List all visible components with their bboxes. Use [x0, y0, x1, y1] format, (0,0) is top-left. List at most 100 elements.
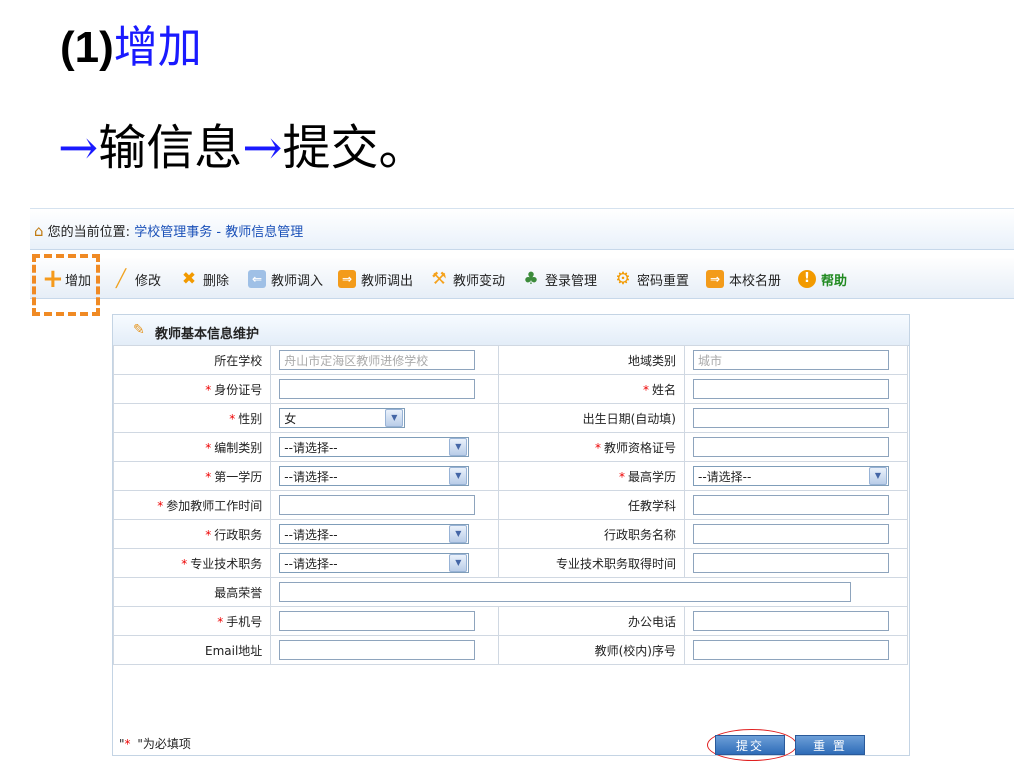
tech-post-time-label: 专业技术职务取得时间 — [498, 548, 685, 578]
chevron-down-icon: ▼ — [869, 467, 887, 485]
pencil-icon: ╱ — [115, 269, 127, 289]
step-submit: 提交。 — [282, 120, 427, 176]
gear-icon: ⚙ — [615, 269, 631, 289]
highest-education-label: * 最高学历 — [498, 461, 685, 491]
info-icon: ! — [798, 270, 816, 288]
office-phone-label: 办公电话 — [498, 606, 685, 636]
step-input-info: 输信息 — [98, 120, 243, 176]
highest-education-select[interactable]: --请选择-- ▼ — [693, 466, 889, 486]
tech-post-label: * 专业技术职务 — [112, 548, 272, 578]
subject-field[interactable] — [693, 495, 889, 515]
admin-post-select[interactable]: --请选择-- ▼ — [279, 524, 470, 544]
name-field[interactable] — [693, 379, 889, 399]
required-note: "* "为必填项 — [119, 737, 191, 751]
qualification-cert-field[interactable] — [693, 437, 889, 457]
password-reset-button[interactable]: ⚙ 密码重置 — [614, 269, 690, 289]
honor-label: 最高荣誉 — [112, 577, 272, 607]
form-row: * 第一学历 --请选择-- ▼ * 最高学历 --请选择-- ▼ — [112, 461, 908, 491]
staffing-label: * 编制类别 — [112, 432, 272, 462]
work-start-label: * 参加教师工作时间 — [112, 490, 272, 520]
delete-button[interactable]: ✖ 删除 — [180, 270, 230, 289]
form-row: * 身份证号 * 姓名 — [112, 374, 908, 404]
breadcrumb-separator: - — [216, 225, 222, 240]
admin-post-label: * 行政职务 — [112, 519, 272, 549]
edit-button[interactable]: ╱ 修改 — [112, 269, 162, 289]
slide-step-line: →输信息→提交。 — [58, 116, 426, 180]
form-row: 所在学校 舟山市定海区教师进修学校 地域类别 城市 — [112, 345, 908, 375]
chevron-down-icon: ▼ — [449, 467, 468, 485]
breadcrumb-section-link[interactable]: 学校管理事务 — [134, 225, 212, 240]
mobile-field[interactable] — [279, 611, 476, 631]
edit-button-label: 修改 — [135, 273, 162, 289]
breadcrumb-bar: ⌂ 您的当前位置: 学校管理事务 - 教师信息管理 — [30, 208, 1014, 250]
tech-post-select[interactable]: --请选择-- ▼ — [279, 553, 470, 573]
breadcrumb-page-link[interactable]: 教师信息管理 — [225, 225, 303, 240]
user-key-icon: ♣ — [523, 269, 539, 289]
import-icon: ⇐ — [248, 270, 266, 288]
login-management-button[interactable]: ♣ 登录管理 — [522, 269, 598, 289]
password-reset-label: 密码重置 — [637, 273, 690, 289]
tech-post-time-field[interactable] — [693, 553, 889, 573]
birth-date-field[interactable] — [693, 408, 889, 428]
heading-action: 增加 — [113, 22, 202, 73]
teacher-export-label: 教师调出 — [361, 273, 414, 289]
form-row: * 专业技术职务 --请选择-- ▼ 专业技术职务取得时间 — [112, 548, 908, 578]
subject-label: 任教学科 — [498, 490, 685, 520]
form-row: Email地址 教师(校内)序号 — [112, 635, 908, 665]
form-row: * 参加教师工作时间 任教学科 — [112, 490, 908, 520]
staffing-select[interactable]: --请选择-- ▼ — [279, 437, 470, 457]
mobile-label: * 手机号 — [112, 606, 272, 636]
wrench-icon: ⚒ — [431, 269, 447, 289]
breadcrumb-prefix: 您的当前位置: — [47, 225, 131, 240]
school-roster-label: 本校名册 — [729, 273, 782, 289]
region-label: 地域类别 — [498, 345, 685, 375]
school-roster-button[interactable]: ⇒ 本校名册 — [706, 270, 782, 289]
qualification-cert-label: * 教师资格证号 — [498, 432, 685, 462]
add-button-highlight — [32, 254, 100, 316]
step-arrow-1: → — [58, 120, 99, 176]
form-title: 教师基本信息维护 — [155, 327, 260, 342]
chevron-down-icon: ▼ — [385, 409, 404, 427]
first-education-select[interactable]: --请选择-- ▼ — [279, 466, 470, 486]
help-button[interactable]: ! 帮助 — [798, 270, 848, 289]
toolbar: + 增加 ╱ 修改 ✖ 删除 ⇐ 教师调入 ⇒ 教师调出 ⚒ 教师变动 ♣ 登录… — [30, 258, 1014, 299]
slide-heading: (1)增加 — [60, 20, 202, 76]
id-number-field[interactable] — [279, 379, 476, 399]
admin-post-name-field[interactable] — [693, 524, 889, 544]
teacher-change-button[interactable]: ⚒ 教师变动 — [430, 269, 506, 289]
login-management-label: 登录管理 — [545, 273, 598, 289]
form-row: * 行政职务 --请选择-- ▼ 行政职务名称 — [112, 519, 908, 549]
school-field[interactable]: 舟山市定海区教师进修学校 — [279, 350, 476, 370]
school-seq-field[interactable] — [693, 640, 889, 660]
reset-button[interactable]: 重 置 — [795, 735, 865, 755]
form-table: 所在学校 舟山市定海区教师进修学校 地域类别 城市 * 身份证号 * 姓名 * 性别 … — [112, 345, 908, 665]
name-label: * 姓名 — [498, 374, 685, 404]
work-start-field[interactable] — [279, 495, 476, 515]
office-phone-field[interactable] — [693, 611, 889, 631]
teacher-import-button[interactable]: ⇐ 教师调入 — [248, 270, 324, 289]
delete-button-label: 删除 — [203, 273, 230, 289]
email-label: Email地址 — [112, 635, 272, 665]
email-field[interactable] — [279, 640, 476, 660]
school-label: 所在学校 — [112, 345, 272, 375]
form-row: 最高荣誉 — [112, 577, 908, 607]
chevron-down-icon: ▼ — [449, 554, 468, 572]
chevron-down-icon: ▼ — [449, 525, 468, 543]
teacher-export-button[interactable]: ⇒ 教师调出 — [338, 270, 414, 289]
heading-number: (1) — [60, 23, 114, 72]
submit-button[interactable]: 提交 — [715, 735, 785, 755]
form-row: * 性别 女 ▼ 出生日期(自动填) — [112, 403, 908, 433]
edit-pencil-icon: ✎ — [133, 322, 145, 338]
region-field[interactable]: 城市 — [693, 350, 889, 370]
help-label: 帮助 — [821, 273, 848, 289]
admin-post-name-label: 行政职务名称 — [498, 519, 685, 549]
teacher-change-label: 教师变动 — [453, 273, 506, 289]
home-icon[interactable]: ⌂ — [34, 222, 44, 240]
teacher-import-label: 教师调入 — [271, 273, 324, 289]
id-number-label: * 身份证号 — [112, 374, 272, 404]
gender-select[interactable]: 女 ▼ — [279, 408, 406, 428]
teacher-info-form: ✎ 教师基本信息维护 所在学校 舟山市定海区教师进修学校 地域类别 城市 * 身份… — [112, 314, 910, 761]
form-titlebar: ✎ 教师基本信息维护 — [113, 315, 909, 346]
honor-field[interactable] — [279, 582, 852, 602]
roster-icon: ⇒ — [706, 270, 724, 288]
